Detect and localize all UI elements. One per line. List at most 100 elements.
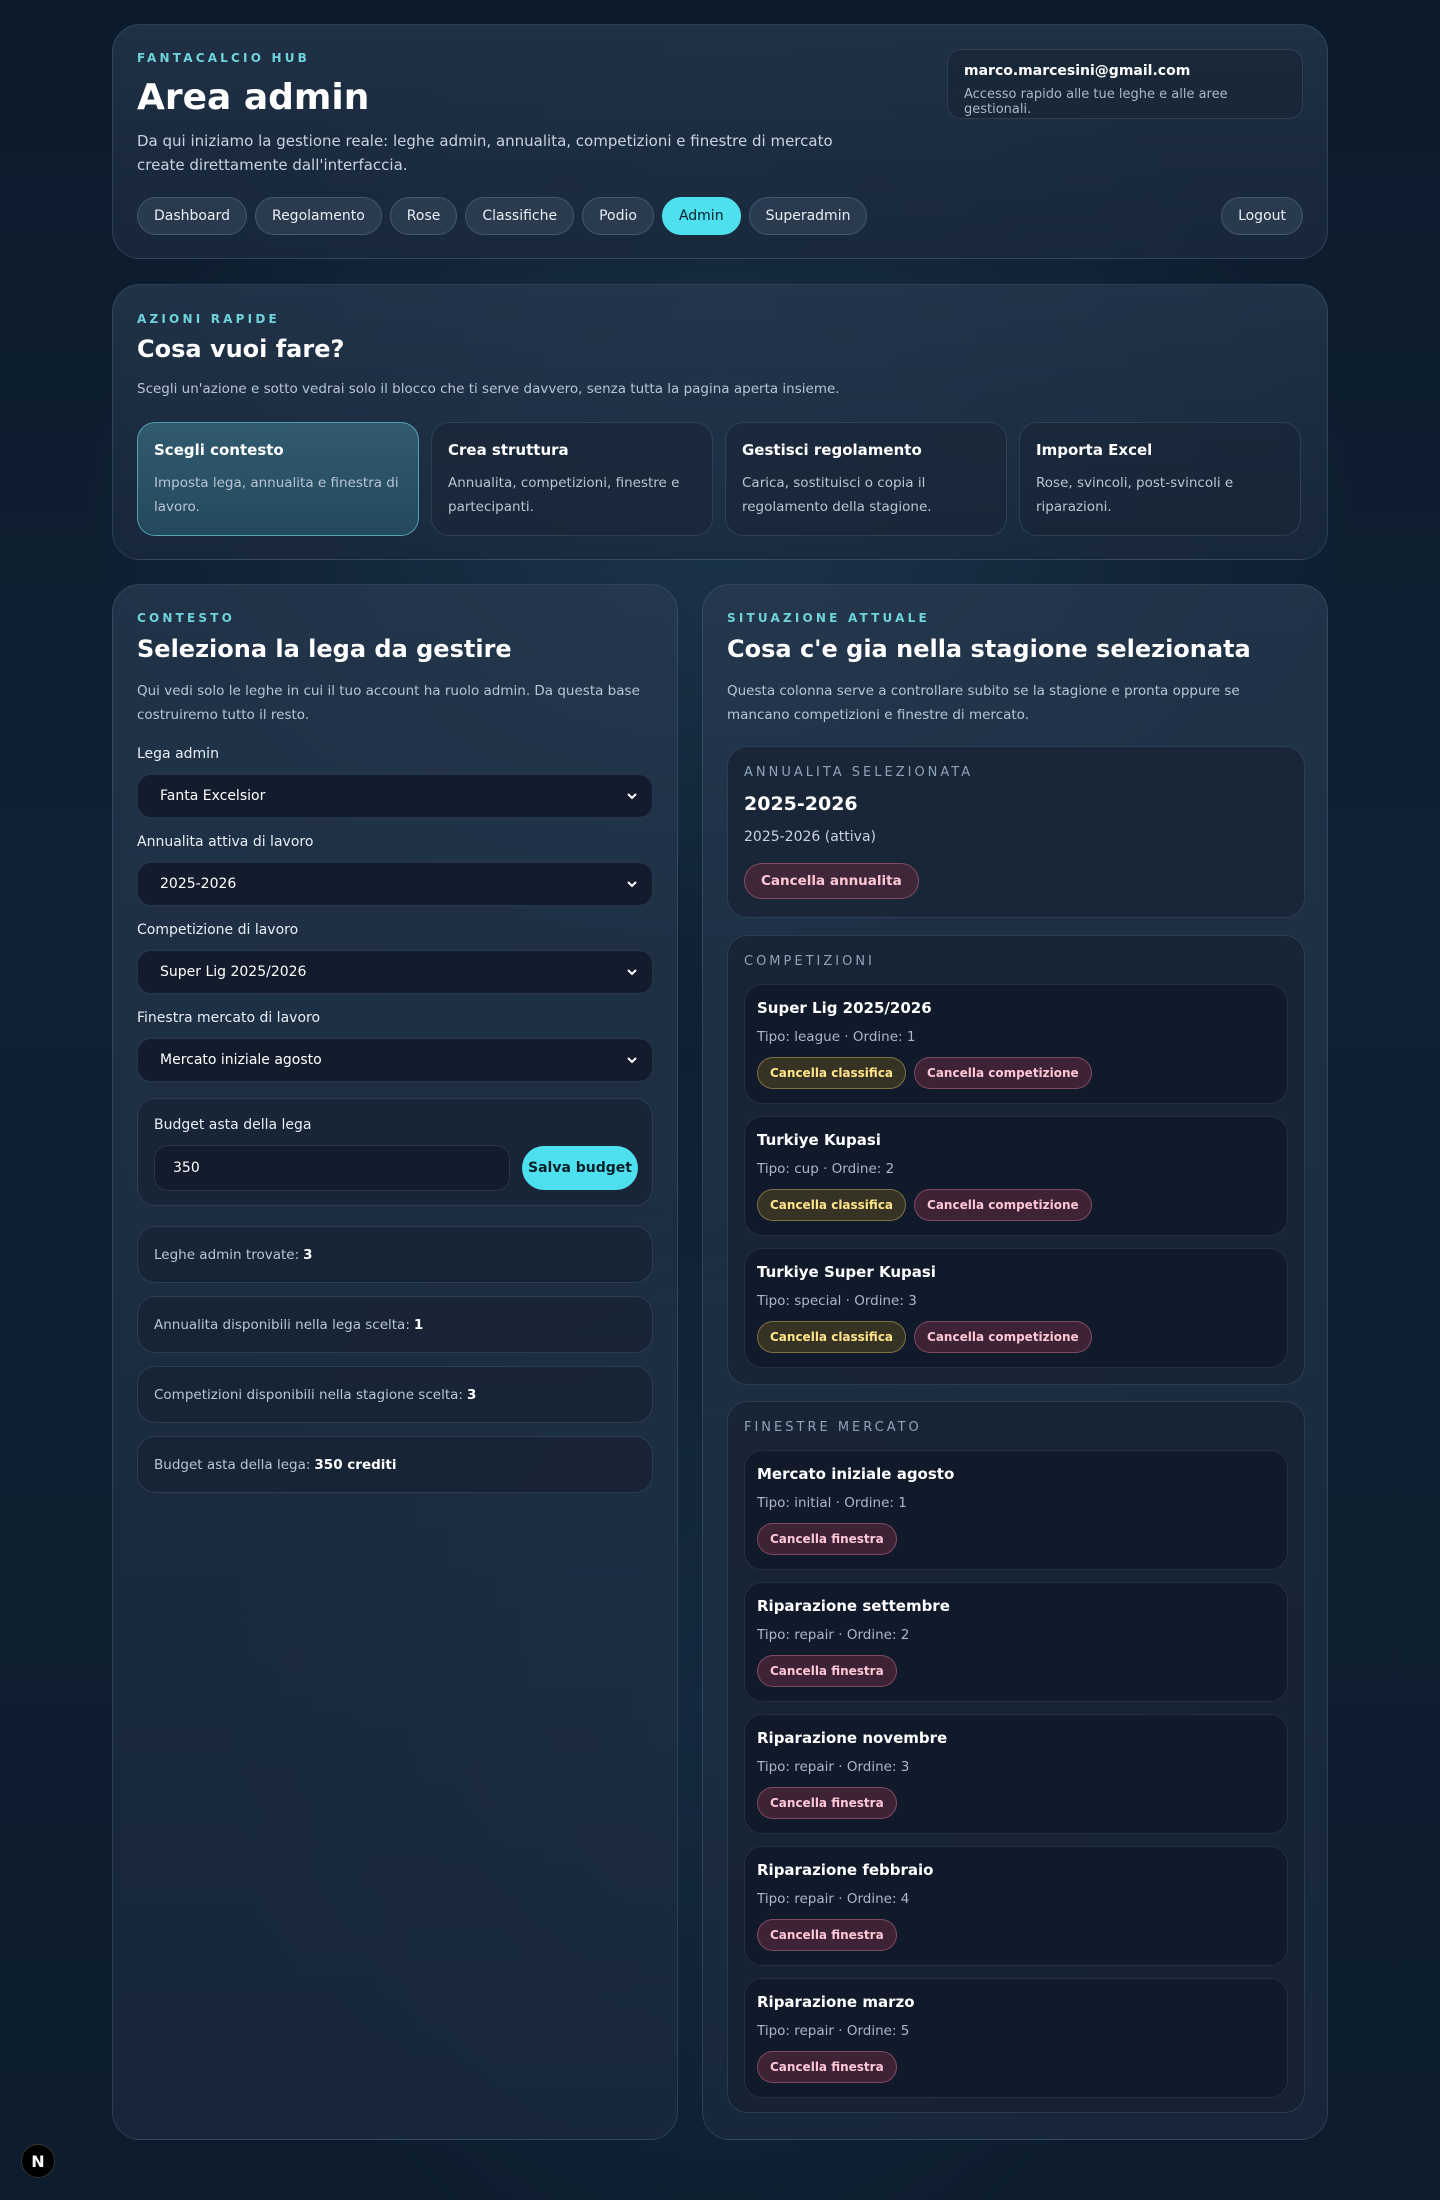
stat-value: 3 [303,1246,313,1263]
window-name: Mercato iniziale agosto [757,1465,955,1483]
action-card-importa-excel[interactable]: Importa Excel Rose, svincoli, post-svinc… [1019,422,1301,536]
annuality-select[interactable]: 2025-2026 [137,862,653,906]
delete-standings-button[interactable]: Cancella classifica [757,1321,907,1353]
chevron-down-icon [627,1057,637,1064]
page-title: Area admin [137,77,370,118]
action-card-title: Gestisci regolamento [742,441,922,459]
delete-window-button[interactable]: Cancella finestra [757,2051,897,2083]
account-email: marco.marcesini@gmail.com [964,63,1191,79]
annuality-select-label: Annualita attiva di lavoro [137,834,314,850]
delete-competition-button[interactable]: Cancella competizione [914,1321,1092,1353]
competitions-eyebrow: COMPETIZIONI [744,954,875,969]
action-card-title: Importa Excel [1036,441,1153,459]
league-select-label: Lega admin [137,746,219,762]
window-meta: Tipo: repair · Ordine: 3 [757,1759,910,1775]
market-window-item: Riparazione febbraio Tipo: repair · Ordi… [744,1846,1288,1966]
quick-eyebrow: AZIONI RAPIDE [137,312,280,326]
situation-title: Cosa c'e gia nella stagione selezionata [727,635,1251,663]
competition-name: Turkiye Kupasi [757,1131,881,1149]
window-meta: Tipo: repair · Ordine: 5 [757,2023,910,2039]
competition-item: Super Lig 2025/2026 Tipo: league · Ordin… [744,984,1288,1104]
window-name: Riparazione marzo [757,1993,915,2011]
situation-description: Questa colonna serve a controllare subit… [727,683,1240,723]
delete-competition-button[interactable]: Cancella competizione [914,1189,1092,1221]
context-panel: CONTESTO Seleziona la lega da gestire Qu… [112,584,678,2140]
context-eyebrow: CONTESTO [137,611,236,625]
situation-panel: SITUAZIONE ATTUALE Cosa c'e gia nella st… [702,584,1328,2140]
action-card-title: Crea struttura [448,441,569,459]
window-select[interactable]: Mercato iniziale agosto [137,1038,653,1082]
chevron-down-icon [627,793,637,800]
stat-value: 350 crediti [314,1456,397,1473]
logout-button[interactable]: Logout [1221,197,1303,235]
stat-competitions: Competizioni disponibili nella stagione … [137,1366,653,1423]
competition-meta: Tipo: cup · Ordine: 2 [757,1161,895,1177]
stat-label: Annualita disponibili nella lega scelta: [154,1316,410,1333]
nav-podio[interactable]: Podio [582,197,654,235]
competition-select-label: Competizione di lavoro [137,922,299,938]
brand-eyebrow: FANTACALCIO HUB [137,51,311,65]
delete-window-button[interactable]: Cancella finestra [757,1655,897,1687]
nextjs-letter: N [31,2151,45,2171]
delete-annuality-button[interactable]: Cancella annualita [744,863,919,899]
window-select-label: Finestra mercato di lavoro [137,1010,321,1026]
action-card-desc: Carica, sostituisci o copia il regolamen… [742,475,932,515]
stat-label: Leghe admin trovate: [154,1246,300,1263]
nav-regolamento[interactable]: Regolamento [254,197,382,235]
stat-label: Competizioni disponibili nella stagione … [154,1386,463,1403]
account-card: marco.marcesini@gmail.com Accesso rapido… [947,49,1303,119]
nextjs-icon[interactable]: N [21,2144,55,2178]
market-window-item: Riparazione marzo Tipo: repair · Ordine:… [744,1978,1288,2098]
delete-standings-button[interactable]: Cancella classifica [757,1057,907,1089]
quick-description: Scegli un'azione e sotto vedrai solo il … [137,381,840,397]
action-card-scegli-contesto[interactable]: Scegli contesto Imposta lega, annualita … [137,422,419,536]
stat-admin-leagues: Leghe admin trovate: 3 [137,1226,653,1283]
nav-classifiche[interactable]: Classifiche [465,197,575,235]
nav-superadmin[interactable]: Superadmin [748,197,868,235]
annuality-eyebrow: ANNUALITA SELEZIONATA [744,765,974,780]
competition-meta: Tipo: special · Ordine: 3 [757,1293,917,1309]
budget-input[interactable] [154,1145,510,1191]
quick-title: Cosa vuoi fare? [137,335,345,363]
window-name: Riparazione febbraio [757,1861,934,1879]
chevron-down-icon [627,881,637,888]
stat-value: 1 [413,1316,424,1333]
competition-select[interactable]: Super Lig 2025/2026 [137,950,653,994]
delete-window-button[interactable]: Cancella finestra [757,1787,897,1819]
situation-eyebrow: SITUAZIONE ATTUALE [727,611,930,625]
nav-dashboard[interactable]: Dashboard [137,197,247,235]
market-window-item: Riparazione novembre Tipo: repair · Ordi… [744,1714,1288,1834]
league-select[interactable]: Fanta Excelsior [137,774,653,818]
competitions-box: COMPETIZIONI Super Lig 2025/2026 Tipo: l… [727,935,1305,1385]
stat-annualities: Annualita disponibili nella lega scelta:… [137,1296,653,1353]
annuality-select-value: 2025-2026 [160,876,237,892]
competition-name: Super Lig 2025/2026 [757,999,932,1017]
main-nav: Dashboard Regolamento Rose Classifiche P… [137,197,868,235]
delete-window-button[interactable]: Cancella finestra [757,1523,897,1555]
save-budget-button[interactable]: Salva budget [522,1146,638,1190]
competition-name: Turkiye Super Kupasi [757,1263,936,1281]
action-card-gestisci-regolamento[interactable]: Gestisci regolamento Carica, sostituisci… [725,422,1007,536]
action-card-title: Scegli contesto [154,441,284,459]
annuality-year: 2025-2026 [744,793,858,815]
market-window-item: Riparazione settembre Tipo: repair · Ord… [744,1582,1288,1702]
nav-rose[interactable]: Rose [389,197,458,235]
window-meta: Tipo: repair · Ordine: 4 [757,1891,910,1907]
stat-label: Budget asta della lega: [154,1456,311,1473]
delete-standings-button[interactable]: Cancella classifica [757,1189,907,1221]
action-card-crea-struttura[interactable]: Crea struttura Annualita, competizioni, … [431,422,713,536]
competition-meta: Tipo: league · Ordine: 1 [757,1029,916,1045]
window-name: Riparazione novembre [757,1729,948,1747]
competition-item: Turkiye Kupasi Tipo: cup · Ordine: 2 Can… [744,1116,1288,1236]
nav-admin[interactable]: Admin [661,197,741,235]
stat-value: 3 [466,1386,477,1403]
budget-label: Budget asta della lega [154,1117,312,1133]
delete-competition-button[interactable]: Cancella competizione [914,1057,1092,1089]
context-title: Seleziona la lega da gestire [137,635,512,663]
delete-window-button[interactable]: Cancella finestra [757,1919,897,1951]
window-meta: Tipo: initial · Ordine: 1 [757,1495,907,1511]
page-description: Da qui iniziamo la gestione reale: leghe… [137,132,833,174]
account-subtitle: Accesso rapido alle tue leghe e alle are… [964,87,1228,117]
league-select-value: Fanta Excelsior [160,788,266,804]
window-meta: Tipo: repair · Ordine: 2 [757,1627,910,1643]
